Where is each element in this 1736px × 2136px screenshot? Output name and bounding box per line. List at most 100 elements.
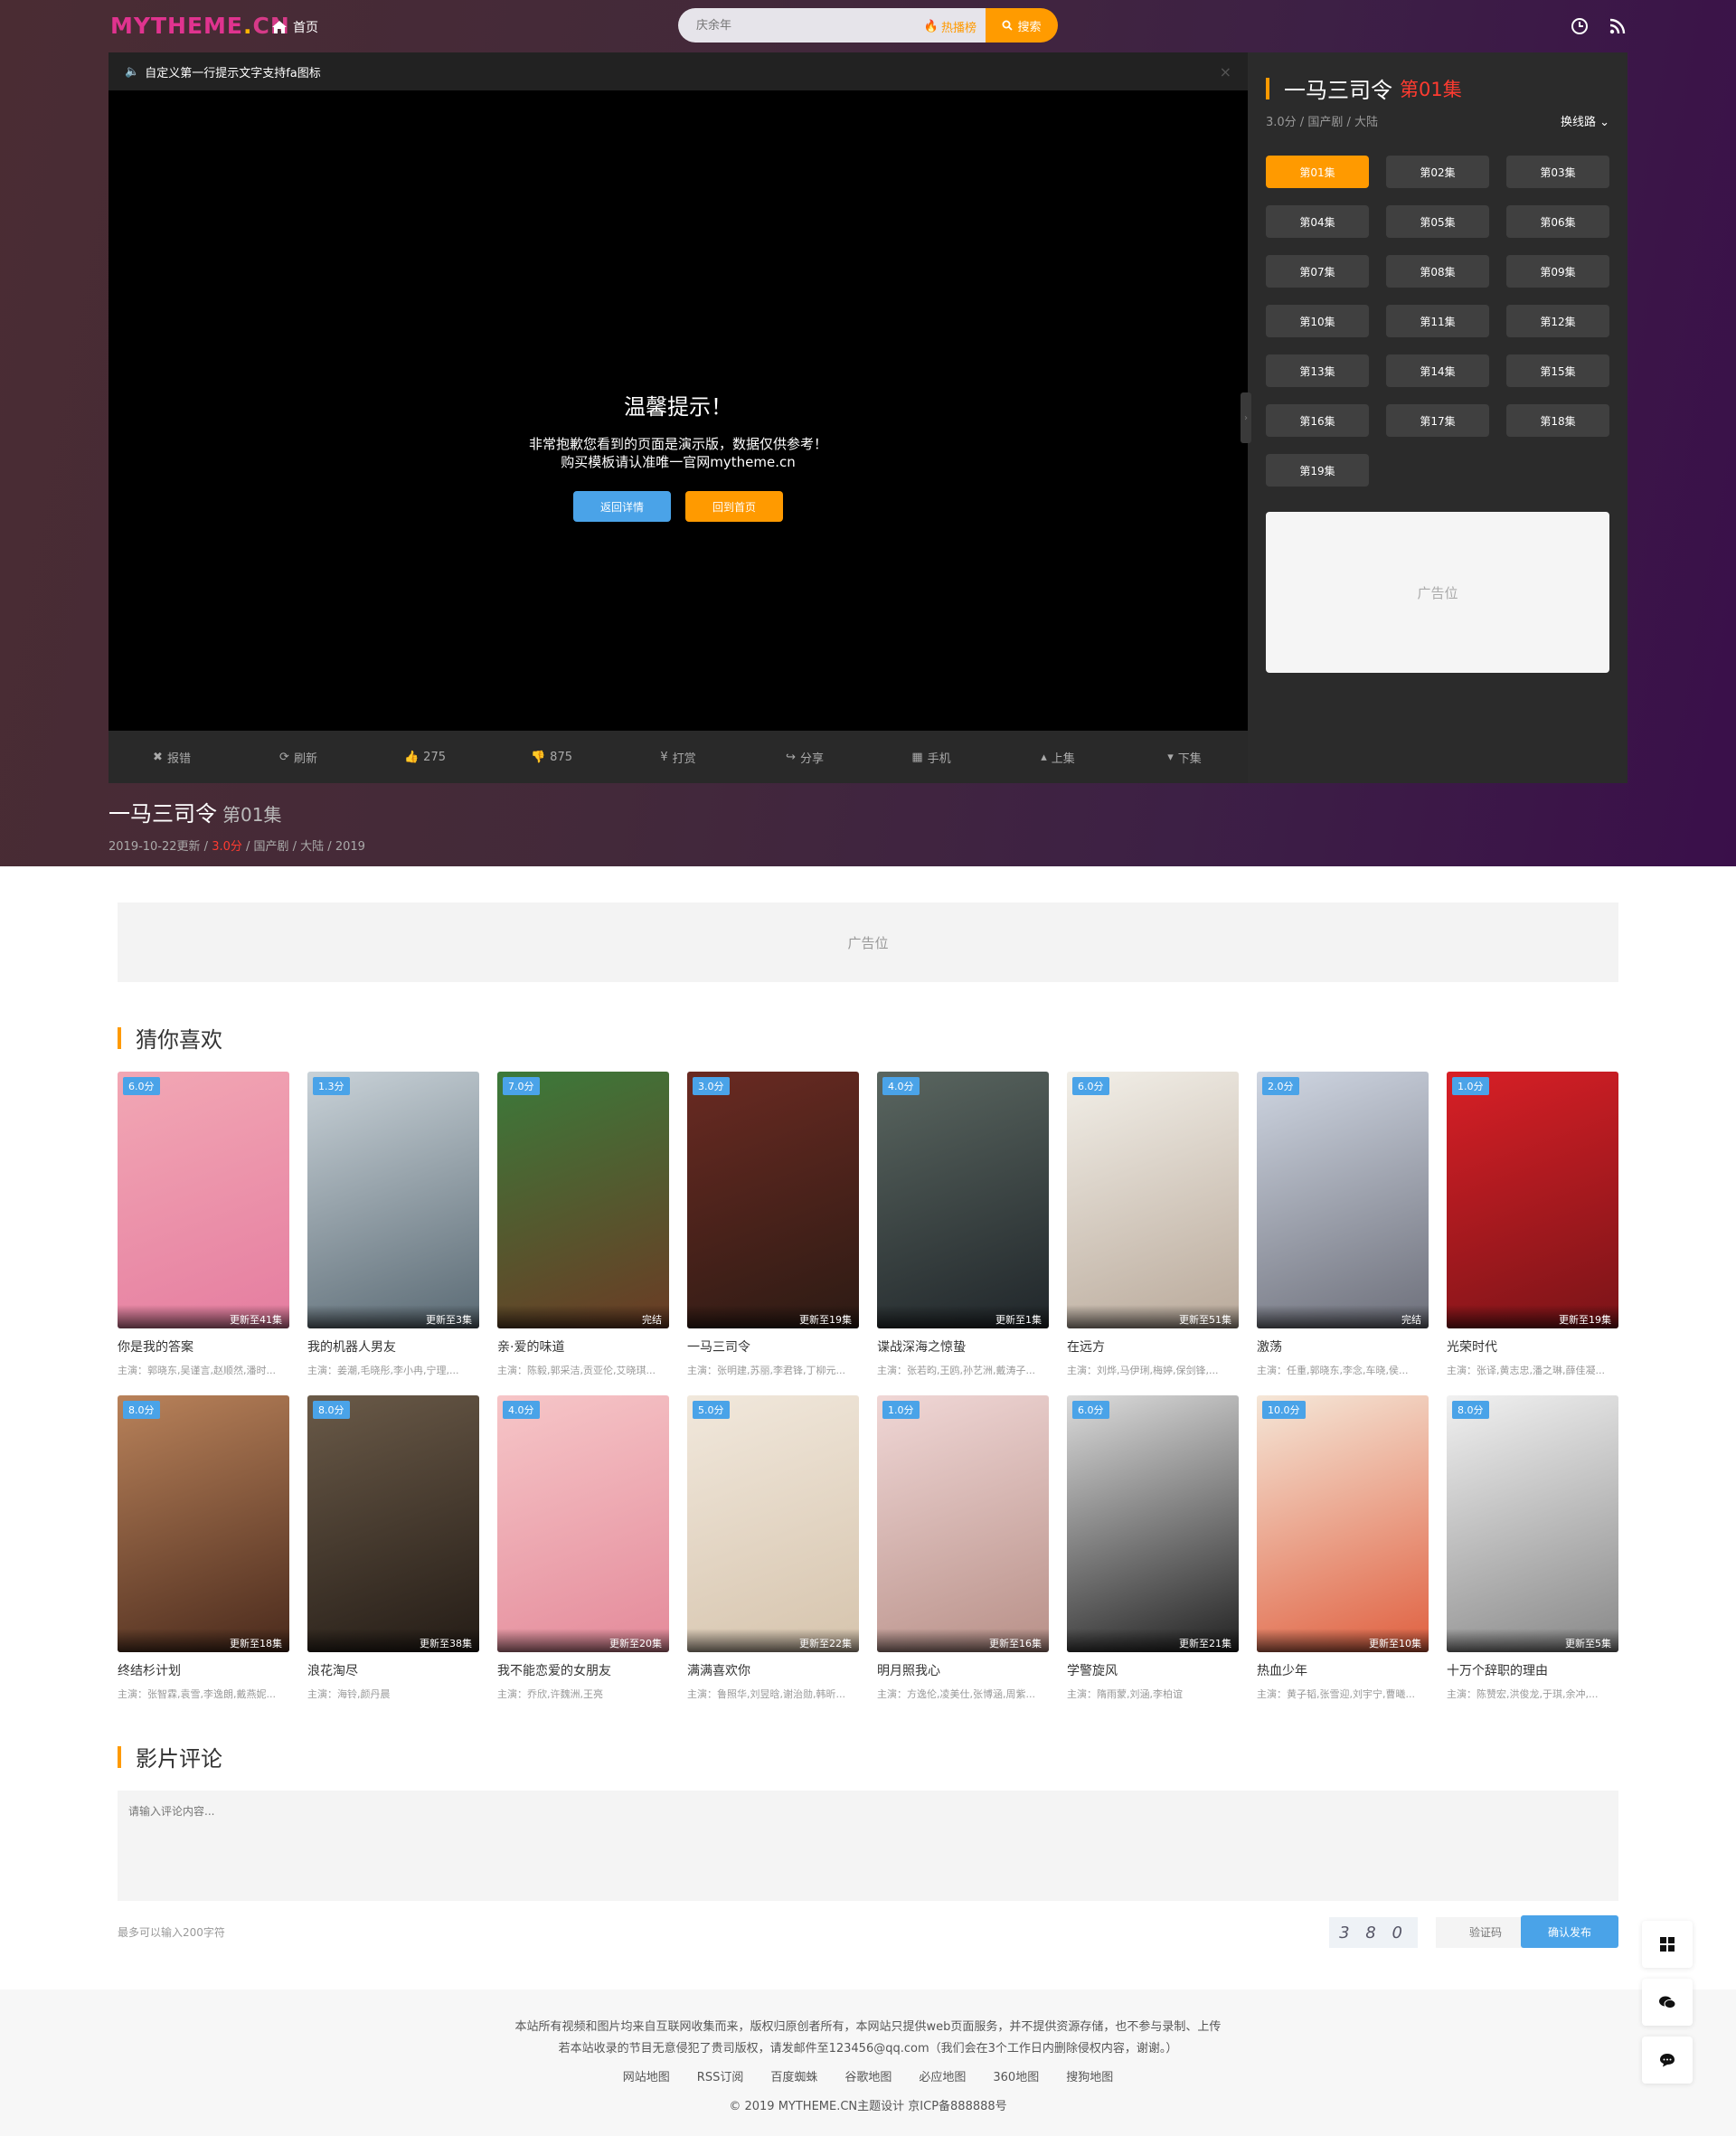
- submit-comment-button[interactable]: 确认发布: [1521, 1915, 1618, 1948]
- episode-button[interactable]: 第10集: [1266, 305, 1369, 337]
- video-poster[interactable]: 1.3分 更新至3集: [307, 1072, 479, 1328]
- episode-button[interactable]: 第14集: [1386, 354, 1489, 387]
- history-icon[interactable]: [1570, 16, 1590, 36]
- video-poster[interactable]: 5.0分 更新至22集: [687, 1395, 859, 1652]
- video-card[interactable]: 3.0分 更新至19集 一马三司令 主演：张明建,苏丽,李君锋,丁柳元...: [687, 1072, 859, 1377]
- video-screen[interactable]: 温馨提示！ 非常抱歉您看到的页面是演示版，数据仅供参考！ 购买模板请认准唯一官网…: [108, 90, 1248, 731]
- control-qrcode[interactable]: ▦ 手机: [868, 749, 995, 766]
- video-title[interactable]: 亲·爱的味道: [497, 1337, 669, 1356]
- episode-button[interactable]: 第11集: [1386, 305, 1489, 337]
- video-title[interactable]: 一马三司令: [687, 1337, 859, 1356]
- footer-link[interactable]: 谷歌地图: [844, 2067, 892, 2089]
- video-card[interactable]: 10.0分 更新至10集 热血少年 主演：黄子韬,张雪迎,刘宇宁,曹曦...: [1257, 1395, 1429, 1701]
- video-card[interactable]: 8.0分 更新至38集 浪花淘尽 主演：海铃,颜丹晨: [307, 1395, 479, 1701]
- video-card[interactable]: 1.0分 更新至16集 明月照我心 主演：方逸伦,凌美仕,张博涵,周紫...: [877, 1395, 1049, 1701]
- footer-link[interactable]: 百度蜘蛛: [770, 2067, 817, 2089]
- episode-button[interactable]: 第19集: [1266, 454, 1369, 487]
- video-poster[interactable]: 3.0分 更新至19集: [687, 1072, 859, 1328]
- episode-button[interactable]: 第06集: [1506, 205, 1609, 238]
- video-poster[interactable]: 6.0分 更新至51集: [1067, 1072, 1239, 1328]
- video-title[interactable]: 你是我的答案: [118, 1337, 289, 1356]
- video-card[interactable]: 4.0分 更新至1集 谍战深海之惊蛰 主演：张若昀,王鸥,孙艺洲,戴涛子...: [877, 1072, 1049, 1377]
- video-poster[interactable]: 8.0分 更新至38集: [307, 1395, 479, 1652]
- video-poster[interactable]: 1.0分 更新至16集: [877, 1395, 1049, 1652]
- video-card[interactable]: 5.0分 更新至22集 满满喜欢你 主演：鲁照华,刘昱晗,谢治勋,韩昕...: [687, 1395, 859, 1701]
- back-to-detail-button[interactable]: 返回详情: [573, 491, 671, 522]
- video-title[interactable]: 十万个辞职的理由: [1447, 1661, 1618, 1679]
- episode-button[interactable]: 第07集: [1266, 255, 1369, 288]
- video-poster[interactable]: 8.0分 更新至18集: [118, 1395, 289, 1652]
- control-thumbs-up[interactable]: 👍 275: [362, 751, 488, 764]
- control-caret-up[interactable]: ▴ 上集: [995, 749, 1121, 766]
- control-thumbs-down[interactable]: 👎 875: [488, 751, 615, 764]
- wechat-icon[interactable]: [1642, 1979, 1693, 2026]
- video-title[interactable]: 激荡: [1257, 1337, 1429, 1356]
- video-card[interactable]: 7.0分 完结 亲·爱的味道 主演：陈毅,郭采洁,贡亚伦,艾晓琪...: [497, 1072, 669, 1377]
- video-card[interactable]: 4.0分 更新至20集 我不能恋爱的女朋友 主演：乔欣,许魏洲,王亮: [497, 1395, 669, 1701]
- control-refresh[interactable]: ⟳ 刷新: [235, 749, 362, 766]
- footer-link[interactable]: 必应地图: [919, 2067, 966, 2089]
- episode-button[interactable]: 第13集: [1266, 354, 1369, 387]
- video-title[interactable]: 谍战深海之惊蛰: [877, 1337, 1049, 1356]
- video-poster[interactable]: 10.0分 更新至10集: [1257, 1395, 1429, 1652]
- episode-button[interactable]: 第03集: [1506, 156, 1609, 188]
- video-card[interactable]: 6.0分 更新至41集 你是我的答案 主演：郭晓东,吴谨言,赵顺然,潘时...: [118, 1072, 289, 1377]
- footer-link[interactable]: 360地图: [993, 2067, 1039, 2089]
- video-title[interactable]: 满满喜欢你: [687, 1661, 859, 1679]
- switch-line-dropdown[interactable]: 换线路 ⌄: [1561, 112, 1609, 129]
- episode-button[interactable]: 第05集: [1386, 205, 1489, 238]
- episode-button[interactable]: 第01集: [1266, 156, 1369, 188]
- episode-button[interactable]: 第12集: [1506, 305, 1609, 337]
- comment-textarea[interactable]: [118, 1791, 1618, 1901]
- control-close[interactable]: ✖ 报错: [108, 749, 235, 766]
- episode-button[interactable]: 第08集: [1386, 255, 1489, 288]
- video-poster[interactable]: 8.0分 更新至5集: [1447, 1395, 1618, 1652]
- video-card[interactable]: 6.0分 更新至21集 学警旋风 主演：隋雨蒙,刘涵,李柏谊: [1067, 1395, 1239, 1701]
- video-poster[interactable]: 6.0分 更新至41集: [118, 1072, 289, 1328]
- nav-home-link[interactable]: 首页: [271, 18, 318, 36]
- footer-link[interactable]: 搜狗地图: [1066, 2067, 1113, 2089]
- video-title[interactable]: 学警旋风: [1067, 1661, 1239, 1679]
- back-to-home-button[interactable]: 回到首页: [685, 491, 783, 522]
- episode-button[interactable]: 第16集: [1266, 404, 1369, 437]
- footer-link[interactable]: RSS订阅: [697, 2067, 744, 2089]
- video-card[interactable]: 2.0分 完结 激荡 主演：任重,郭晓东,李念,车晓,侯...: [1257, 1072, 1429, 1377]
- video-title[interactable]: 我的机器人男友: [307, 1337, 479, 1356]
- video-card[interactable]: 1.0分 更新至19集 光荣时代 主演：张译,黄志忠,潘之琳,薛佳凝...: [1447, 1072, 1618, 1377]
- site-logo[interactable]: MYTHEME.CN: [110, 13, 290, 39]
- episode-button[interactable]: 第04集: [1266, 205, 1369, 238]
- video-title[interactable]: 热血少年: [1257, 1661, 1429, 1679]
- video-card[interactable]: 8.0分 更新至5集 十万个辞职的理由 主演：陈赞宏,洪俊龙,于琪,余冲,...: [1447, 1395, 1618, 1701]
- episode-button[interactable]: 第09集: [1506, 255, 1609, 288]
- video-poster[interactable]: 2.0分 完结: [1257, 1072, 1429, 1328]
- video-poster[interactable]: 4.0分 更新至1集: [877, 1072, 1049, 1328]
- control-yen[interactable]: ¥ 打赏: [615, 749, 741, 766]
- video-poster[interactable]: 1.0分 更新至19集: [1447, 1072, 1618, 1328]
- captcha-image[interactable]: 3 8 0: [1329, 1917, 1418, 1948]
- control-share[interactable]: ↪ 分享: [741, 749, 868, 766]
- chat-icon[interactable]: [1642, 2037, 1693, 2084]
- episode-button[interactable]: 第15集: [1506, 354, 1609, 387]
- sidebar-ad-slot[interactable]: 广告位: [1266, 512, 1609, 673]
- video-title[interactable]: 我不能恋爱的女朋友: [497, 1661, 669, 1679]
- episode-button[interactable]: 第18集: [1506, 404, 1609, 437]
- episode-button[interactable]: 第17集: [1386, 404, 1489, 437]
- video-title[interactable]: 明月照我心: [877, 1661, 1049, 1679]
- video-poster[interactable]: 6.0分 更新至21集: [1067, 1395, 1239, 1652]
- video-card[interactable]: 6.0分 更新至51集 在远方 主演：刘烨,马伊琍,梅婷,保剑锋,...: [1067, 1072, 1239, 1377]
- video-title[interactable]: 浪花淘尽: [307, 1661, 479, 1679]
- video-poster[interactable]: 7.0分 完结: [497, 1072, 669, 1328]
- wide-ad-slot[interactable]: 广告位: [118, 903, 1618, 982]
- video-card[interactable]: 8.0分 更新至18集 终结杉计划 主演：张智霖,袁雪,李逸朗,戴燕妮...: [118, 1395, 289, 1701]
- rss-icon[interactable]: [1608, 16, 1628, 36]
- video-title[interactable]: 光荣时代: [1447, 1337, 1618, 1356]
- video-title[interactable]: 终结杉计划: [118, 1661, 289, 1679]
- windows-icon[interactable]: [1642, 1921, 1693, 1968]
- hot-list-link[interactable]: 🔥 热播榜: [924, 18, 976, 35]
- control-caret-down[interactable]: ▾ 下集: [1121, 749, 1248, 766]
- video-card[interactable]: 1.3分 更新至3集 我的机器人男友 主演：姜潮,毛晓彤,李小冉,宁理,...: [307, 1072, 479, 1377]
- notice-close-button[interactable]: ×: [1220, 63, 1231, 80]
- search-button[interactable]: 搜索: [986, 8, 1058, 43]
- footer-link[interactable]: 网站地图: [623, 2067, 670, 2089]
- sidebar-toggle-handle[interactable]: ›: [1241, 392, 1251, 443]
